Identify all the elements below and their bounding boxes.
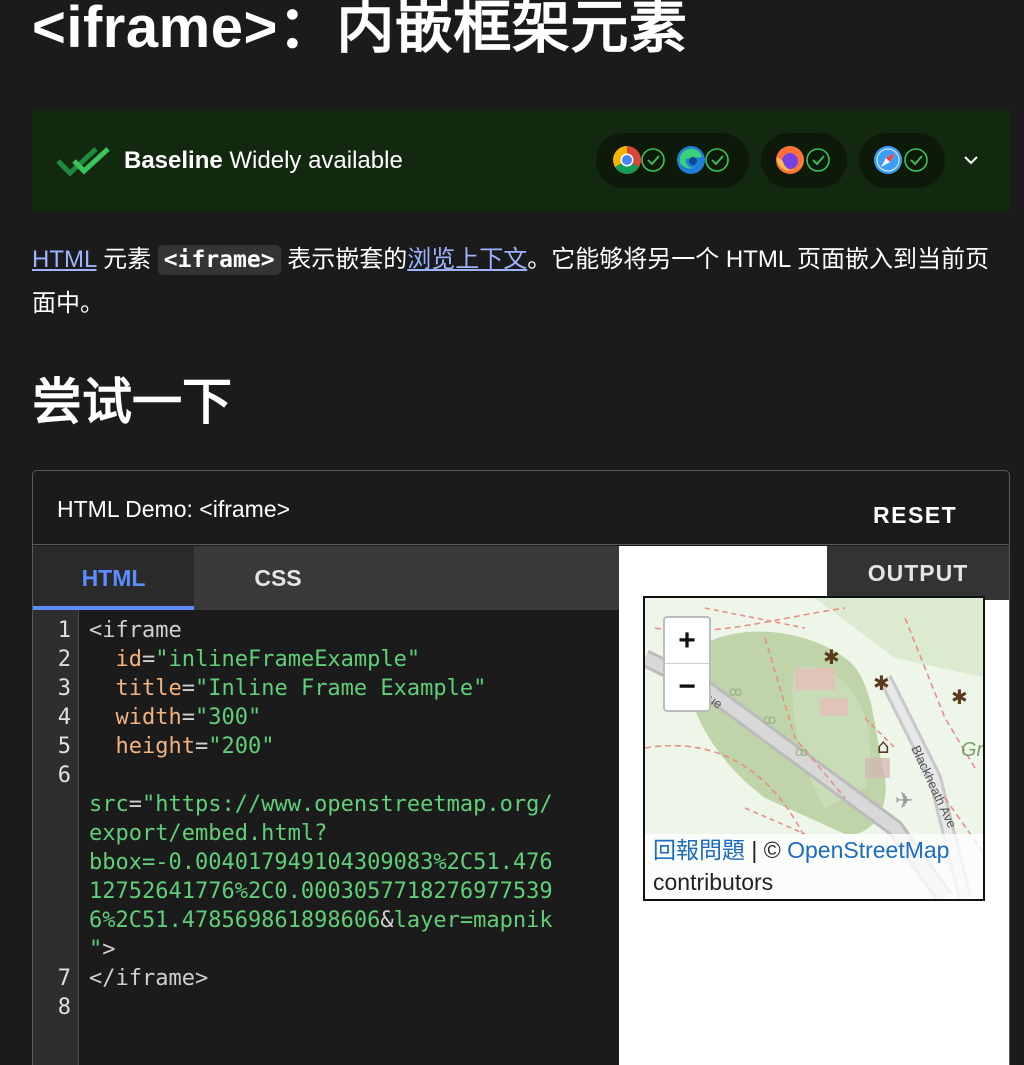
zoom-in-button[interactable]: +: [665, 618, 709, 664]
line-number: 1: [57, 618, 71, 643]
attribution-contributors: contributors: [653, 869, 774, 895]
code-line: 6%2C51.478569861898606&layer=mapnik: [89, 908, 553, 933]
baseline-banner: Baseline Widely available: [32, 109, 1010, 212]
line-gutter: 1 2 3 4 5 6 7 8: [33, 610, 79, 1065]
interactive-demo: HTML Demo: <iframe> RESET HTML CSS 1 2 3…: [32, 470, 1010, 1065]
firefox-icon: [776, 146, 804, 174]
edge-icon: [677, 146, 705, 174]
map-area-label: Gr: [961, 739, 985, 761]
svg-text:✱: ✱: [873, 671, 890, 695]
browser-group-firefox: [761, 133, 847, 188]
openstreetmap-link[interactable]: OpenStreetMap: [787, 837, 949, 863]
chevron-down-icon[interactable]: [962, 152, 980, 168]
line-number: 3: [57, 676, 71, 701]
svg-text:✱: ✱: [951, 685, 968, 709]
code-line: <iframe: [89, 618, 182, 643]
line-number: 7: [57, 966, 71, 991]
browser-group-safari: [859, 133, 945, 188]
line-number: 6: [57, 763, 71, 788]
svg-text:ꝏ: ꝏ: [763, 713, 776, 728]
code-line: </iframe>: [89, 966, 209, 991]
check-icon: [641, 148, 665, 172]
code-line: src="https://www.openstreetmap.org/: [89, 792, 553, 817]
check-icon: [705, 148, 729, 172]
chrome-icon: [613, 146, 641, 174]
browsing-context-link[interactable]: 浏览上下文: [407, 246, 527, 273]
code-line: title="Inline Frame Example": [115, 676, 487, 701]
output-tab[interactable]: OUTPUT: [827, 546, 1009, 600]
report-problem-link[interactable]: 回報問題: [653, 837, 745, 863]
intro-paragraph: HTML 元素 <iframe> 表示嵌套的浏览上下文。它能够将另一个 HTML…: [32, 245, 990, 317]
code-editor[interactable]: 1 2 3 4 5 6 7 8 <iframe id="inlineFrameE…: [33, 610, 619, 1065]
code-line: height="200": [115, 734, 275, 759]
line-number: 2: [57, 647, 71, 672]
demo-title: HTML Demo: <iframe>: [57, 496, 291, 522]
output-panel: OUTPUT ✱ ✱ ✱ ⌂ ✈ ꝏ ꝏ ꝏ Blackheath Ave Gr…: [619, 546, 1009, 1065]
svg-text:ꝏ: ꝏ: [795, 745, 808, 760]
baseline-label: Baseline Widely available: [124, 147, 403, 174]
svg-text:ꝏ: ꝏ: [729, 685, 742, 700]
browser-group-chromium: [596, 133, 749, 188]
zoom-out-button[interactable]: −: [665, 664, 709, 710]
code-line: export/embed.html?: [89, 821, 328, 846]
check-icon: [806, 148, 830, 172]
section-heading: 尝试一下: [32, 374, 232, 430]
tab-css[interactable]: CSS: [194, 546, 362, 610]
check-icon: [904, 148, 928, 172]
baseline-check-icon: [56, 147, 110, 177]
html-link[interactable]: HTML: [32, 246, 96, 273]
safari-icon: [874, 146, 902, 174]
reset-button[interactable]: RESET: [873, 501, 957, 529]
code-line: ">: [89, 937, 116, 962]
svg-text:✈: ✈: [895, 789, 913, 814]
demo-header: HTML Demo: <iframe> RESET: [33, 471, 1009, 545]
line-number: 4: [57, 705, 71, 730]
code-line: bbox=-0.004017949104309083%2C51.476: [89, 850, 553, 875]
code-line: id="inlineFrameExample": [115, 647, 421, 672]
iframe-code: <iframe>: [157, 245, 281, 275]
line-number: 5: [57, 734, 71, 759]
line-number: 8: [57, 995, 71, 1020]
tab-html[interactable]: HTML: [33, 546, 194, 610]
code-line: width="300": [115, 705, 262, 730]
page-title: <iframe>：内嵌框架元素: [32, 0, 688, 60]
code-line: 12752641776%2C0.0003057718276977539: [89, 879, 553, 904]
embedded-map[interactable]: ✱ ✱ ✱ ⌂ ✈ ꝏ ꝏ ꝏ venue Blackheath Ave Gr …: [643, 596, 985, 901]
editor-tabs: HTML CSS: [33, 546, 619, 610]
map-zoom-control: + −: [663, 616, 711, 712]
map-attribution: 回報問題 | © OpenStreetMap contributors: [645, 834, 983, 899]
svg-text:✱: ✱: [823, 645, 840, 669]
svg-text:⌂: ⌂: [877, 734, 890, 758]
